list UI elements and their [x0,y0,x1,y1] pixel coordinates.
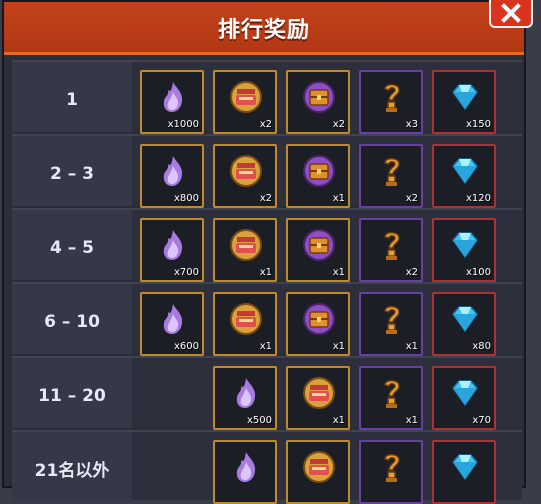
reward-quantity: x70 [472,415,491,426]
treasure-chest-icon [302,154,336,188]
reward-quantity: x1 [259,267,272,278]
reward-quantity: x1 [332,267,345,278]
rank-label: 2 – 3 [12,136,132,206]
reward-quantity: x3 [405,119,418,130]
reward-panel: 排行奖励 1 x1000 x2 x2 x3 x150 2 – 3 x800 x2 x1 x2 x120… [2,0,526,504]
close-icon [501,3,521,23]
treasure-chest-icon [302,228,336,262]
reward-slot[interactable] [432,440,496,504]
treasure-pot-icon [229,154,263,188]
treasure-pot-icon [229,228,263,262]
reward-slot[interactable]: x2 [359,218,423,282]
mystery-key-icon [375,228,409,262]
gem-icon [448,228,482,262]
rank-row: 6 – 10 x600 x1 x1 x1 x80 [12,282,522,356]
reward-slot[interactable]: x2 [359,144,423,208]
reward-quantity: x1000 [167,119,199,130]
rank-label: 4 – 5 [12,210,132,280]
reward-quantity: x100 [465,267,491,278]
reward-quantity: x1 [332,341,345,352]
gem-icon [448,154,482,188]
reward-slot[interactable]: x1000 [140,70,204,134]
gem-icon [448,376,482,410]
treasure-pot-icon [302,450,336,484]
reward-quantity: x1 [332,193,345,204]
rank-row: 1 x1000 x2 x2 x3 x150 [12,60,522,134]
reward-quantity: x500 [246,415,272,426]
reward-slot[interactable]: x700 [140,218,204,282]
mystery-key-icon [375,80,409,114]
reward-slot[interactable]: x1 [286,218,350,282]
reward-slot[interactable]: x1 [213,292,277,356]
soul-flame-icon [156,80,190,114]
rank-label: 1 [12,62,132,132]
gem-icon [448,302,482,336]
soul-flame-icon [156,228,190,262]
reward-slot[interactable]: x150 [432,70,496,134]
reward-slot[interactable]: x1 [286,144,350,208]
treasure-chest-icon [302,80,336,114]
soul-flame-icon [229,450,263,484]
reward-slot[interactable]: x2 [213,144,277,208]
treasure-pot-icon [229,80,263,114]
reward-slot[interactable]: x1 [286,366,350,430]
rank-label: 6 – 10 [12,284,132,354]
mystery-key-icon [375,450,409,484]
soul-flame-icon [229,376,263,410]
reward-slot[interactable]: x500 [213,366,277,430]
reward-quantity: x150 [465,119,491,130]
mystery-key-icon [375,154,409,188]
reward-quantity: x2 [405,267,418,278]
close-button[interactable] [489,0,533,28]
reward-quantity: x1 [405,415,418,426]
reward-slot[interactable]: x600 [140,292,204,356]
soul-flame-icon [156,154,190,188]
treasure-pot-icon [229,302,263,336]
reward-quantity: x2 [405,193,418,204]
reward-slot[interactable]: x1 [359,366,423,430]
reward-quantity: x2 [259,193,272,204]
reward-slot[interactable] [359,440,423,504]
mystery-key-icon [375,302,409,336]
gem-icon [448,80,482,114]
reward-slot[interactable]: x120 [432,144,496,208]
reward-quantity: x600 [173,341,199,352]
reward-slot[interactable]: x2 [286,70,350,134]
gem-icon [448,450,482,484]
reward-slot[interactable]: x1 [286,292,350,356]
panel-header: 排行奖励 [4,2,524,55]
reward-quantity: x2 [332,119,345,130]
rank-row: 21名以外 [12,430,522,504]
reward-quantity: x700 [173,267,199,278]
reward-slot[interactable]: x1 [359,292,423,356]
reward-quantity: x800 [173,193,199,204]
reward-slot[interactable]: x3 [359,70,423,134]
reward-slot[interactable]: x800 [140,144,204,208]
rank-row: 4 – 5 x700 x1 x1 x2 x100 [12,208,522,282]
reward-slot[interactable]: x80 [432,292,496,356]
reward-quantity: x120 [465,193,491,204]
rank-row: 2 – 3 x800 x2 x1 x2 x120 [12,134,522,208]
reward-slot[interactable] [286,440,350,504]
treasure-pot-icon [302,376,336,410]
rank-row: 11 – 20 x500 x1 x1 x70 [12,356,522,430]
reward-slot[interactable]: x1 [213,218,277,282]
reward-quantity: x2 [259,119,272,130]
reward-slot[interactable]: x70 [432,366,496,430]
reward-quantity: x1 [259,341,272,352]
reward-quantity: x80 [472,341,491,352]
rank-label: 21名以外 [12,432,132,502]
reward-slot[interactable] [213,440,277,504]
treasure-chest-icon [302,302,336,336]
panel-title: 排行奖励 [217,18,310,43]
mystery-key-icon [375,376,409,410]
reward-slot[interactable]: x2 [213,70,277,134]
soul-flame-icon [156,302,190,336]
reward-slot[interactable]: x100 [432,218,496,282]
rank-label: 11 – 20 [12,358,132,428]
reward-quantity: x1 [332,415,345,426]
reward-quantity: x1 [405,341,418,352]
